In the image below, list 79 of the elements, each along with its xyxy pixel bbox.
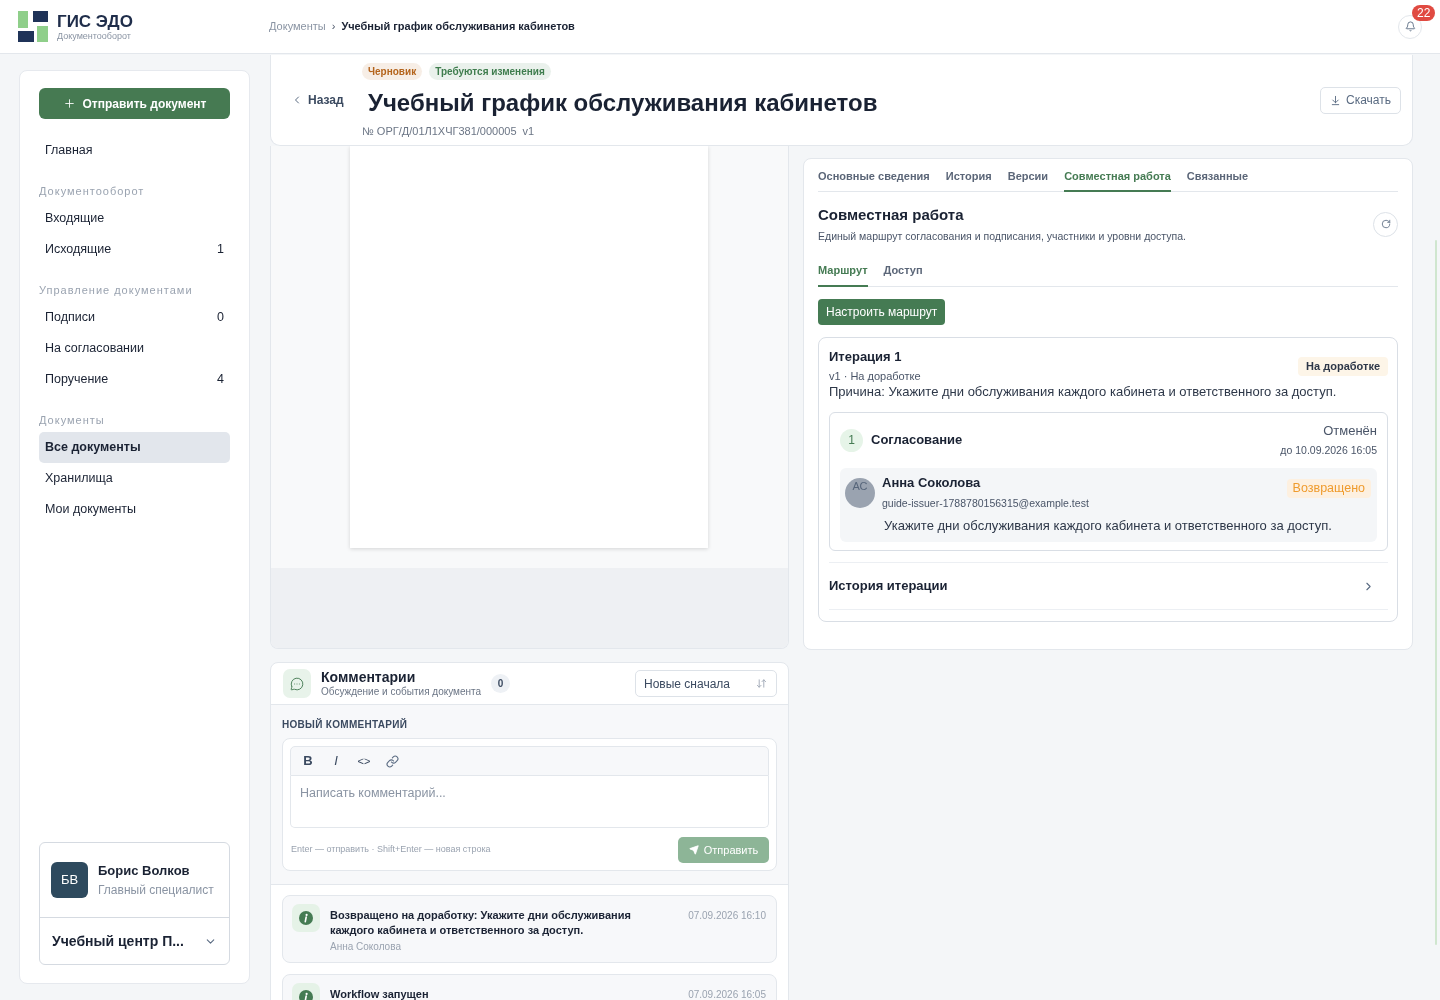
document-version: v1 xyxy=(522,124,535,138)
nav-item[interactable]: Главная xyxy=(39,135,230,166)
back-link[interactable]: Назад xyxy=(291,91,362,109)
user-name: Борис Волков xyxy=(98,862,191,878)
subtab[interactable]: Доступ xyxy=(883,261,923,287)
plus-icon xyxy=(62,97,76,110)
new-comment-label: НОВЫЙ КОММЕНТАРИЙ xyxy=(282,719,408,731)
chat-icon xyxy=(283,669,311,698)
section-title: Совместная работа xyxy=(818,205,964,225)
app-title: ГИС ЭДО xyxy=(57,11,133,31)
comment-input[interactable]: Написать комментарий... xyxy=(290,776,769,828)
event-author: Анна Соколова xyxy=(330,940,401,953)
download-icon xyxy=(1330,94,1341,106)
sort-select[interactable]: Новые сначала xyxy=(635,670,777,697)
participant-status: Возвращено xyxy=(1286,479,1371,498)
tab[interactable]: Связанные xyxy=(1186,159,1249,192)
iteration-reason: Причина: Укажите дни обслуживания каждого кабинета и ответственного за доступ. xyxy=(829,384,1337,400)
organization-select[interactable]: Учебный центр П... xyxy=(40,917,229,964)
refresh-icon xyxy=(1380,219,1391,229)
nav-item[interactable]: Мои документы xyxy=(39,494,230,525)
stage-deadline: до 10.09.2026 16:05 xyxy=(1280,443,1377,457)
notification-count: 22 xyxy=(1412,4,1436,21)
scrollbar-thumb[interactable] xyxy=(1435,240,1437,945)
tab[interactable]: Основные сведения xyxy=(818,159,930,192)
nav-section-heading: Документы xyxy=(39,412,106,428)
info-icon xyxy=(292,904,320,932)
section-description: Единый маршрут согласования и подписания, участники и уровни доступа. xyxy=(818,229,1186,243)
stage-status: Отменён xyxy=(1323,423,1377,439)
subtab[interactable]: Маршрут xyxy=(818,261,868,287)
breadcrumb-item: Учебный график обслуживания кабинетов xyxy=(341,19,575,35)
stage-number: 1 xyxy=(840,428,863,452)
app-subtitle: Документооборот xyxy=(57,30,132,42)
comments-count: 0 xyxy=(491,674,511,693)
editor-hint: Enter — отправить · Shift+Enter — новая строка xyxy=(290,843,491,857)
event-time: 07.09.2026 16:10 xyxy=(688,909,766,923)
document-title: Учебный график обслуживания кабинетов xyxy=(368,88,878,118)
tab[interactable]: Версии xyxy=(1007,159,1049,192)
participant-avatar: АС xyxy=(845,478,875,508)
code-button[interactable]: <> xyxy=(350,749,378,773)
status-badge: Требуются изменения xyxy=(429,63,551,80)
download-button[interactable]: Скачать xyxy=(1320,86,1401,114)
bell-icon xyxy=(1404,21,1416,32)
iteration-title: Итерация 1 xyxy=(829,349,902,364)
event-text: Возвращено на доработку: Укажите дни обслуживания каждого кабинета и ответственного за доступ. xyxy=(330,908,632,938)
event-text: Workflow запущен xyxy=(330,987,430,1000)
nav-item[interactable]: Исходящие 1 xyxy=(39,234,230,265)
participant-email: guide-issuer-1788780156315@example.test xyxy=(882,496,1089,510)
nav-item[interactable]: Подписи 0 xyxy=(39,302,230,333)
document-number: № ОРГ/Д/01Л1ХЧГ381/000005 xyxy=(362,124,517,138)
breadcrumb-separator: › xyxy=(331,19,336,35)
user-role: Главный специалист xyxy=(98,882,214,898)
configure-route-button[interactable]: Настроить маршрут xyxy=(818,299,946,325)
iteration-history-row[interactable]: История итерации xyxy=(829,562,1388,610)
nav-item[interactable]: Поручение 4 xyxy=(39,364,230,395)
link-icon xyxy=(385,754,399,768)
user-avatar: БВ xyxy=(51,862,88,898)
nav-item[interactable]: Хранилища xyxy=(39,463,230,494)
comments-title: Комментарии xyxy=(321,669,417,686)
italic-button[interactable]: I xyxy=(322,749,350,773)
iteration-status: На доработке xyxy=(1298,357,1388,376)
tab[interactable]: История xyxy=(945,159,992,192)
nav-section-heading: Документооборот xyxy=(39,183,146,199)
nav-item[interactable]: На согласовании xyxy=(39,333,230,364)
bold-button[interactable]: B xyxy=(294,749,322,773)
tab[interactable]: Совместная работа xyxy=(1064,159,1171,192)
sort-icon xyxy=(756,678,767,689)
nav-section-heading: Управление документами xyxy=(39,282,194,298)
status-badge: Черновик xyxy=(362,63,423,80)
comments-subtitle: Обсуждение и события документа xyxy=(321,686,482,698)
send-icon xyxy=(688,845,699,855)
iteration-meta: v1 · На доработке xyxy=(829,369,921,383)
participant-comment: Укажите дни обслуживания каждого кабинета и ответственного за доступ. xyxy=(884,518,1332,534)
event-time: 07.09.2026 16:05 xyxy=(688,988,766,1000)
logo-icon xyxy=(18,11,48,42)
participant-name: Анна Соколова xyxy=(882,475,981,491)
nav-item[interactable]: Входящие xyxy=(39,203,230,234)
stage-title: Согласование xyxy=(871,431,963,450)
nav-item[interactable]: Все документы xyxy=(39,432,230,463)
send-document-button[interactable]: Отправить документ xyxy=(39,88,230,119)
